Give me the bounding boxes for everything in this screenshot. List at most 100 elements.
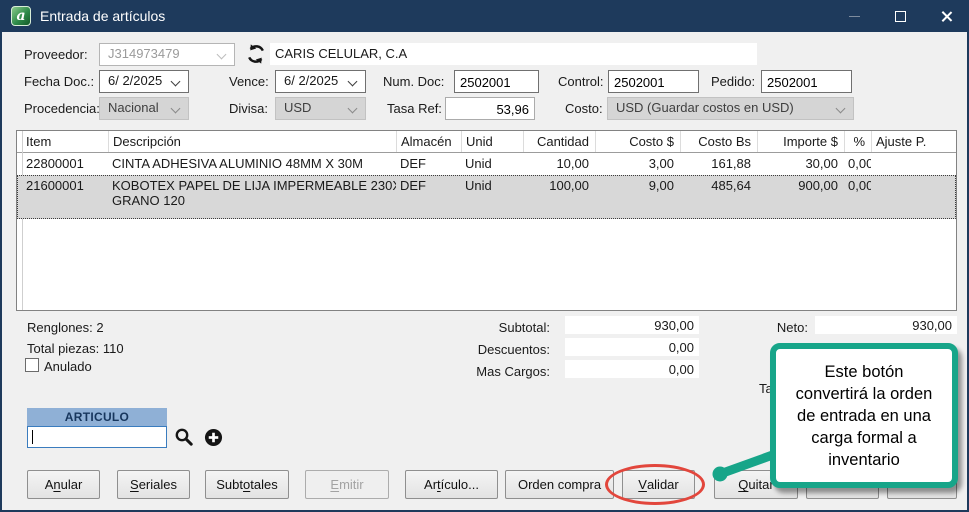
fecha-doc-datepicker[interactable]: 6/ 2/2025 <box>99 70 189 93</box>
proveedor-value: J314973479 <box>108 46 180 61</box>
column-header-cantidad[interactable]: Cantidad <box>523 131 595 152</box>
control-label: Control: <box>558 74 604 89</box>
costo-combobox: USD (Guardar costos en USD) <box>607 97 854 120</box>
seriales-button[interactable]: Seriales <box>117 470 190 499</box>
articulo-search-input[interactable] <box>27 426 167 448</box>
descuentos-field: 0,00 <box>565 338 699 356</box>
renglones-text: Renglones: 2 <box>27 320 104 335</box>
neto-label: Neto: <box>742 320 808 335</box>
num-doc-label: Num. Doc: <box>383 74 444 89</box>
mas-cargos-field: 0,00 <box>565 360 699 378</box>
refresh-button[interactable] <box>245 43 267 65</box>
cell-costo-usd: 3,00 <box>595 153 680 175</box>
table-row[interactable]: 22800001 CINTA ADHESIVA ALUMINIO 48MM X … <box>17 153 956 175</box>
divisa-value: USD <box>284 100 311 115</box>
search-icon <box>174 427 194 447</box>
divisa-combobox: USD <box>275 97 366 120</box>
cell-pct: 0,00 <box>844 175 871 219</box>
cell-descripcion: KOBOTEX PAPEL DE LIJA IMPERMEABLE 230X28… <box>108 175 396 219</box>
cell-ajuste <box>871 175 956 219</box>
pedido-field[interactable] <box>761 70 852 93</box>
add-icon <box>204 428 223 447</box>
emitir-button: Emitir <box>305 470 389 499</box>
column-header-costo-usd[interactable]: Costo $ <box>595 131 680 152</box>
divisa-label: Divisa: <box>229 101 268 116</box>
control-field[interactable] <box>608 70 699 93</box>
maximize-icon <box>895 11 906 22</box>
cell-costo-bs: 485,64 <box>680 175 757 219</box>
cell-importe-usd: 900,00 <box>757 175 844 219</box>
refresh-icon <box>245 43 267 65</box>
column-header-pct[interactable]: % <box>844 131 871 152</box>
table-row-selected[interactable]: 21600001 KOBOTEX PAPEL DE LIJA IMPERMEAB… <box>17 175 956 219</box>
cell-importe-usd: 30,00 <box>757 153 844 175</box>
minimize-icon <box>849 16 860 17</box>
cell-unid: Unid <box>461 153 523 175</box>
window-title: Entrada de artículos <box>40 8 165 24</box>
callout-line: carga formal a <box>776 427 952 449</box>
chevron-down-icon <box>171 104 181 114</box>
total-piezas-value: 110 <box>103 341 124 356</box>
descuentos-label: Descuentos: <box>432 342 550 357</box>
tasa-ref-label: Tasa Ref: <box>387 101 442 116</box>
chevron-down-icon <box>836 104 846 114</box>
cell-almacen: DEF <box>396 153 461 175</box>
orden-compra-button[interactable]: Orden compra <box>505 470 614 499</box>
cell-item: 21600001 <box>22 175 108 219</box>
chevron-down-icon <box>171 77 181 87</box>
add-article-button[interactable] <box>204 428 223 447</box>
articulo-button[interactable]: Artículo... <box>405 470 498 499</box>
tasa-ref-field[interactable] <box>445 97 535 120</box>
cell-cantidad: 100,00 <box>523 175 595 219</box>
anulado-label: Anulado <box>44 359 92 374</box>
app-logo-icon: a <box>11 6 31 26</box>
anulado-checkbox[interactable] <box>25 358 39 372</box>
column-header-costo-bs[interactable]: Costo Bs <box>680 131 757 152</box>
column-header-item[interactable]: Item <box>22 131 108 152</box>
cell-descripcion: CINTA ADHESIVA ALUMINIO 48MM X 30M <box>108 153 396 175</box>
entrada-articulos-window: a Entrada de artículos Proveedor: J31497… <box>0 0 969 512</box>
callout-line: convertirá la orden <box>776 383 952 405</box>
vence-datepicker[interactable]: 6/ 2/2025 <box>275 70 366 93</box>
maximize-button[interactable] <box>877 0 923 32</box>
mas-cargos-label: Mas Cargos: <box>432 364 550 379</box>
cell-ajuste <box>871 153 956 175</box>
cell-pct: 0,00 <box>844 153 871 175</box>
cell-unid: Unid <box>461 175 523 219</box>
chevron-down-icon <box>217 50 227 60</box>
window-controls <box>831 0 969 32</box>
cell-item: 22800001 <box>22 153 108 175</box>
text-caret <box>32 430 33 444</box>
cell-costo-usd: 9,00 <box>595 175 680 219</box>
table-gutter-line <box>22 131 23 310</box>
search-button[interactable] <box>174 427 194 447</box>
cell-cantidad: 10,00 <box>523 153 595 175</box>
fecha-doc-value: 6/ 2/2025 <box>108 73 162 88</box>
column-header-importe-usd[interactable]: Importe $ <box>757 131 844 152</box>
callout-line: de entrada en una <box>776 405 952 427</box>
proveedor-combobox[interactable]: J314973479 <box>99 43 235 66</box>
subtotales-button[interactable]: Subtotales <box>205 470 289 499</box>
proveedor-label: Proveedor: <box>24 47 88 62</box>
procedencia-label: Procedencia: <box>24 101 100 116</box>
column-header-unid[interactable]: Unid <box>461 131 523 152</box>
total-piezas-text: Total piezas: 110 <box>27 341 124 356</box>
callout-line: inventario <box>776 449 952 471</box>
annotation-callout: Este botón convertirá la orden de entrad… <box>770 343 958 488</box>
column-header-descripcion[interactable]: Descripción <box>108 131 396 152</box>
cell-costo-bs: 161,88 <box>680 153 757 175</box>
logo-letter: a <box>16 8 25 24</box>
anular-button[interactable]: Anular <box>27 470 100 499</box>
num-doc-field[interactable] <box>454 70 539 93</box>
column-header-almacen[interactable]: Almacén <box>396 131 461 152</box>
items-table: Item Descripción Almacén Unid Cantidad C… <box>16 130 957 311</box>
renglones-label: Renglones: <box>27 320 93 335</box>
close-button[interactable] <box>923 0 969 32</box>
proveedor-nombre-field: CARIS CELULAR, C.A <box>270 43 757 65</box>
column-header-ajuste[interactable]: Ajuste P. <box>871 131 956 152</box>
articulo-header: ARTICULO <box>27 408 167 426</box>
neto-field: 930,00 <box>815 316 957 334</box>
close-icon <box>940 10 953 23</box>
procedencia-combobox: Nacional <box>99 97 189 120</box>
validar-button[interactable]: Validar <box>622 470 695 499</box>
